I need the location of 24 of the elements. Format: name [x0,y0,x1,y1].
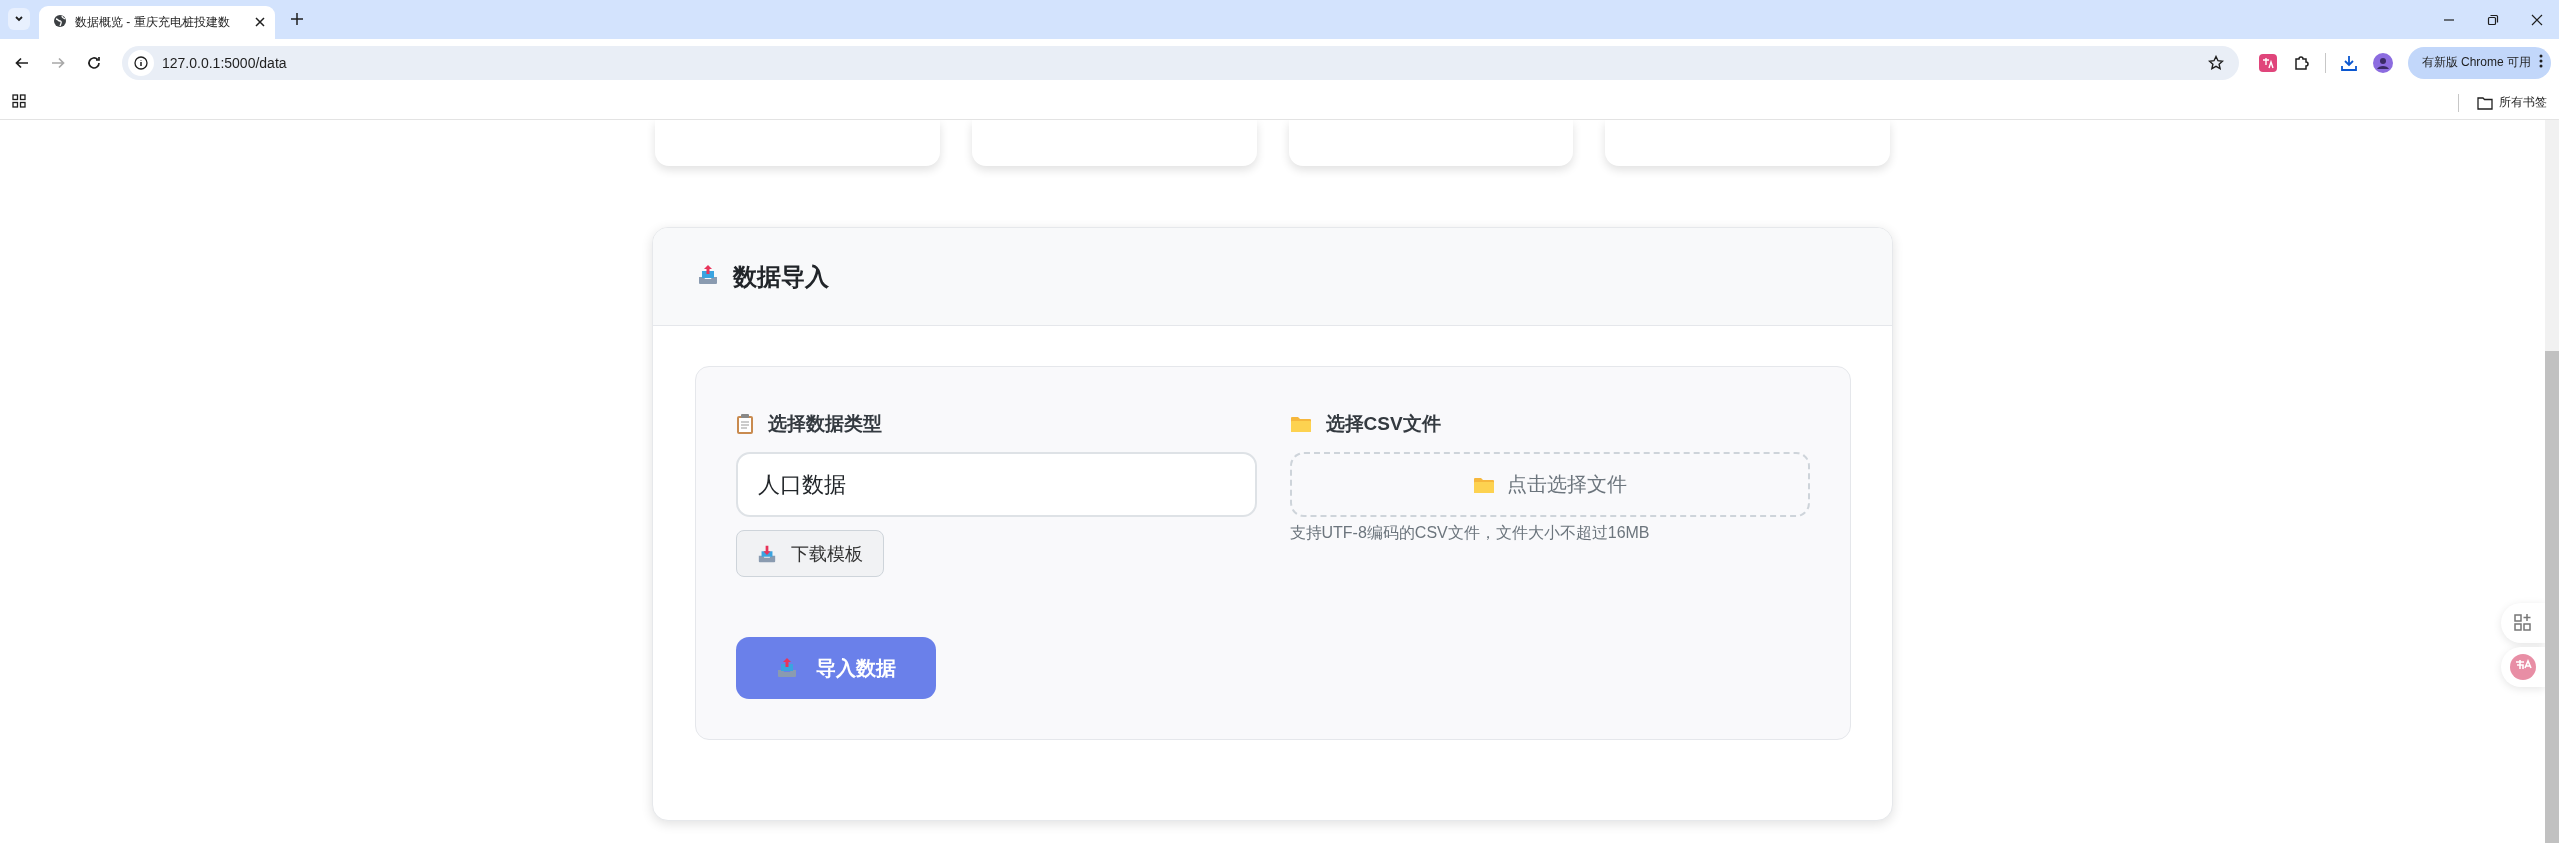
file-picker[interactable]: 点击选择文件 [1289,452,1810,517]
card-title: 数据导入 [733,261,829,292]
update-chrome-button[interactable]: 有新版 Chrome 可用 [2407,46,2551,79]
folder-icon [1472,475,1495,494]
info-icon[interactable] [128,49,154,76]
tab-title: 数据概览 - 重庆充电桩投建数 [75,14,231,31]
field-label: 选择数据类型 [768,412,882,436]
browser-tab[interactable]: 数据概览 - 重庆充电桩投建数 [39,6,275,39]
data-type-select[interactable]: 人口数据 [736,452,1257,517]
scrollbar[interactable] [2545,120,2559,843]
clipboard-icon [736,413,754,435]
field-label: 选择CSV文件 [1325,412,1441,436]
download-template-button[interactable]: 下载模板 [736,530,884,577]
folder-icon [1289,415,1312,433]
chevron-down-icon [14,14,24,24]
help-text: 支持UTF-8编码的CSV文件，文件大小不超过16MB [1289,523,1651,543]
tab-list-button[interactable] [8,8,30,30]
inbox-download-icon [757,543,777,564]
inbox-upload-icon [776,657,798,679]
folder-icon [2477,95,2493,110]
apps-add-icon[interactable] [2501,603,2545,643]
address-bar[interactable]: 127.0.0.1:5000/data [122,45,2239,80]
bookmarks-folder[interactable]: 所有书签 [2477,94,2547,111]
import-data-button[interactable]: 导入数据 [736,637,936,699]
